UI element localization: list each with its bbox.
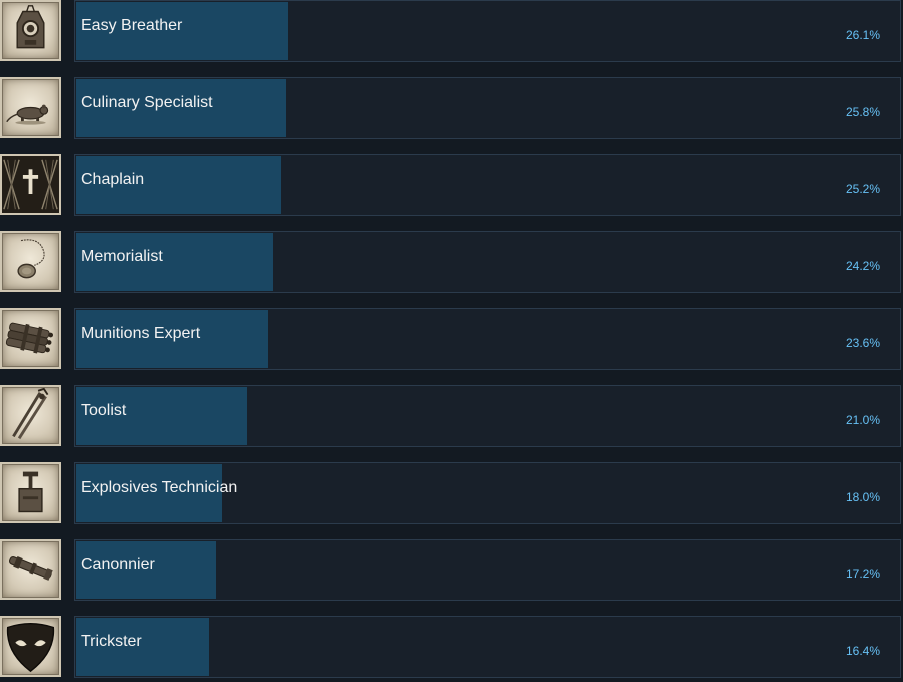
cross-icon	[0, 154, 61, 215]
progress-bar: Canonnier 17.2%	[74, 539, 901, 601]
progress-bar: Explosives Technician 18.0%	[74, 462, 901, 524]
progress-bar: Easy Breather 26.1%	[74, 0, 901, 62]
achievement-row[interactable]: Chaplain 25.2%	[0, 154, 903, 220]
achievement-name: Explosives Technician	[81, 479, 238, 496]
progress-bar: Toolist 21.0%	[74, 385, 901, 447]
achievement-percent: 25.8%	[845, 105, 880, 119]
achievement-name: Easy Breather	[81, 17, 183, 34]
dynamite-icon	[0, 308, 61, 369]
achievement-row[interactable]: Toolist 21.0%	[0, 385, 903, 451]
rat-icon	[0, 77, 61, 138]
mask-icon	[0, 616, 61, 677]
achievement-percent: 18.0%	[845, 490, 880, 504]
achievement-percent: 21.0%	[845, 413, 880, 427]
achievement-name: Trickster	[81, 633, 142, 650]
progress-bar: Trickster 16.4%	[74, 616, 901, 678]
achievement-percent: 26.1%	[845, 28, 880, 42]
gas-mask-icon	[0, 0, 61, 61]
achievement-row[interactable]: Memorialist 24.2%	[0, 231, 903, 297]
bolt-cutter-icon	[0, 385, 61, 446]
detonator-icon	[0, 462, 61, 523]
achievement-percent: 17.2%	[845, 567, 880, 581]
achievement-percent: 23.6%	[845, 336, 880, 350]
achievement-row[interactable]: Easy Breather 26.1%	[0, 0, 903, 66]
achievement-name: Memorialist	[81, 248, 163, 265]
achievement-row[interactable]: Canonnier 17.2%	[0, 539, 903, 605]
achievement-row[interactable]: Culinary Specialist 25.8%	[0, 77, 903, 143]
achievement-name: Toolist	[81, 402, 127, 419]
achievement-percent: 16.4%	[845, 644, 880, 658]
dog-tag-icon	[0, 231, 61, 292]
achievement-row[interactable]: Explosives Technician 18.0%	[0, 462, 903, 528]
achievement-percent: 25.2%	[845, 182, 880, 196]
progress-bar: Munitions Expert 23.6%	[74, 308, 901, 370]
achievement-name: Munitions Expert	[81, 325, 201, 342]
achievement-name: Chaplain	[81, 171, 145, 188]
achievement-list: Easy Breather 26.1% Culinary Specialist …	[0, 0, 903, 682]
progress-bar: Culinary Specialist 25.8%	[74, 77, 901, 139]
achievement-percent: 24.2%	[845, 259, 880, 273]
achievement-row[interactable]: Trickster 16.4%	[0, 616, 903, 682]
cannon-icon	[0, 539, 61, 600]
achievement-name: Canonnier	[81, 556, 155, 573]
achievement-name: Culinary Specialist	[81, 94, 213, 111]
progress-bar: Memorialist 24.2%	[74, 231, 901, 293]
achievement-row[interactable]: Munitions Expert 23.6%	[0, 308, 903, 374]
progress-bar: Chaplain 25.2%	[74, 154, 901, 216]
